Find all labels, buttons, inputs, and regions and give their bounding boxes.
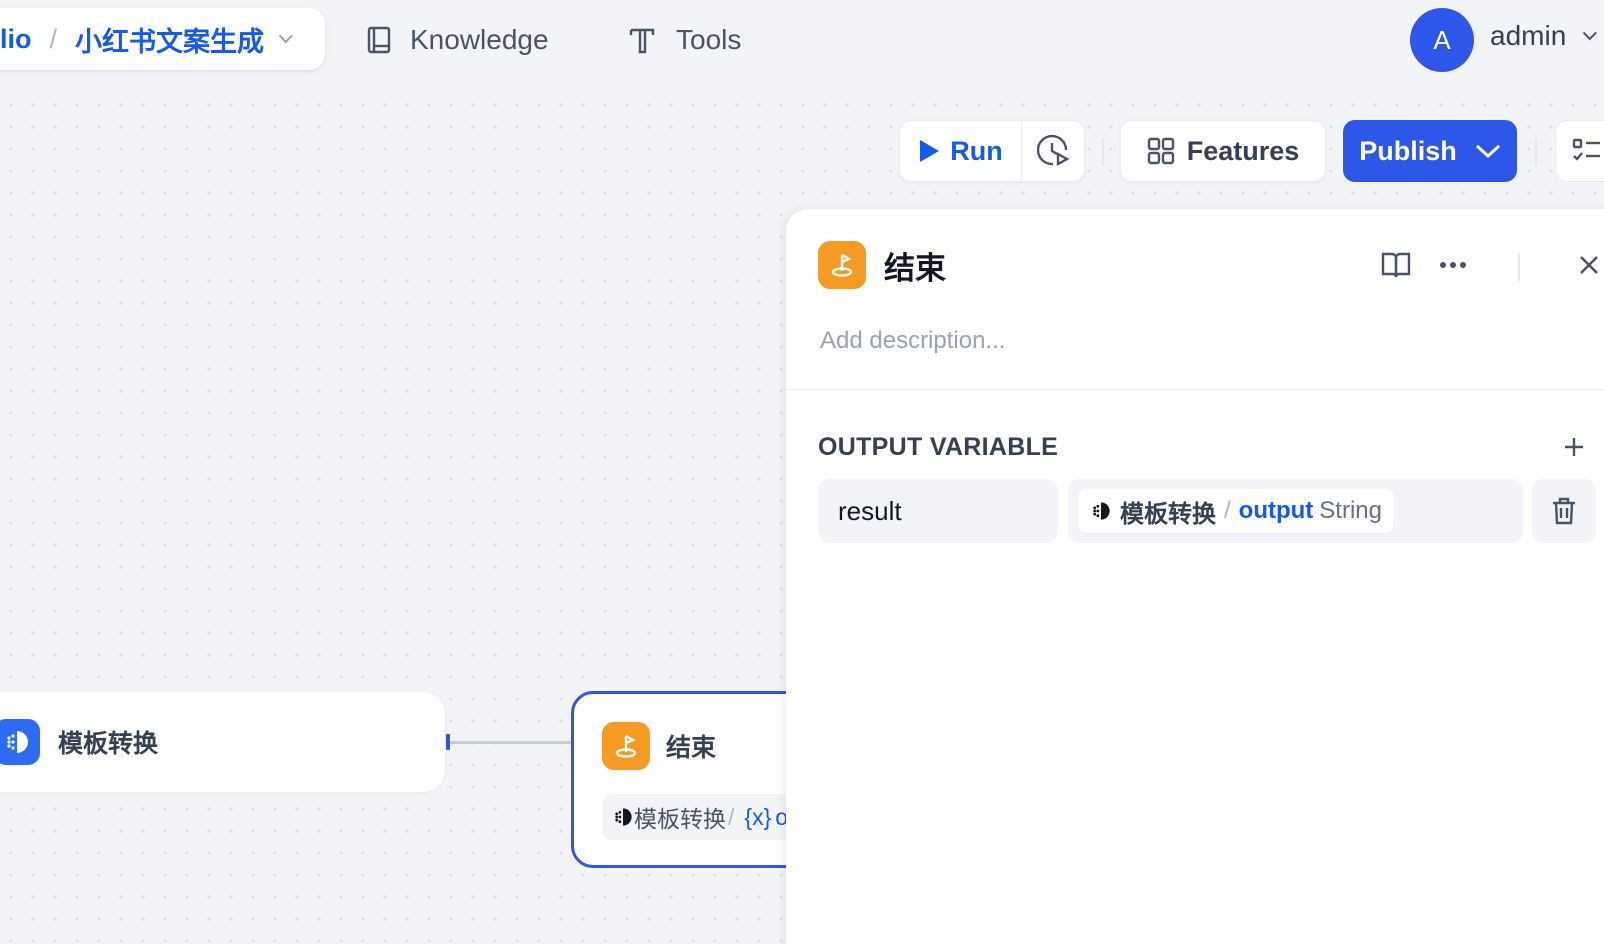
- play-icon: [920, 140, 940, 162]
- panel-action-divider: [1518, 253, 1520, 281]
- grid-icon: [1147, 137, 1174, 165]
- avatar[interactable]: A: [1410, 8, 1474, 72]
- features-button[interactable]: Features: [1120, 120, 1326, 182]
- node-config-panel: 结束 Add description... OUTPUT VARIABLE re…: [786, 209, 1604, 944]
- breadcrumb[interactable]: lio / 小红书文案生成: [0, 8, 325, 70]
- publish-button[interactable]: Publish: [1343, 120, 1517, 182]
- breadcrumb-separator: /: [49, 23, 58, 54]
- template-icon: [1093, 502, 1110, 520]
- more-horizontal-icon: [1440, 262, 1466, 268]
- variable-source: 模板转换: [634, 806, 726, 832]
- breadcrumb-studio[interactable]: lio: [0, 24, 32, 55]
- template-icon: [0, 719, 40, 765]
- variable-reference-selector[interactable]: 模板转换 / output String: [1068, 479, 1523, 543]
- checklist-icon: [1572, 138, 1600, 161]
- toolbar-divider: [1535, 138, 1537, 166]
- open-book-icon: [1381, 252, 1411, 278]
- book-icon: [367, 26, 391, 54]
- chevron-down-icon[interactable]: [278, 29, 293, 44]
- top-bar: lio / 小红书文案生成 Knowledge Tools A admin: [0, 0, 1604, 94]
- add-variable-button[interactable]: [1556, 429, 1592, 465]
- template-transform-node[interactable]: 模板转换: [0, 692, 445, 792]
- user-menu[interactable]: admin: [1490, 20, 1598, 52]
- hammer-icon: [629, 28, 655, 54]
- node-title: 结束: [666, 734, 717, 762]
- run-history-button[interactable]: [1022, 121, 1084, 181]
- node-variable-chip: 模板转换 / {x} o: [602, 794, 808, 840]
- nav-tools[interactable]: Tools: [628, 18, 741, 62]
- toolbar-divider: [1102, 138, 1104, 166]
- delete-variable-button[interactable]: [1532, 479, 1596, 543]
- trash-icon: [1553, 497, 1575, 525]
- panel-title[interactable]: 结束: [884, 243, 946, 288]
- nav-knowledge-label: Knowledge: [410, 24, 549, 55]
- reference-variable: output: [1238, 497, 1314, 524]
- docs-button[interactable]: [1376, 245, 1416, 285]
- more-button[interactable]: [1433, 245, 1473, 285]
- close-icon: [1580, 256, 1598, 274]
- end-icon: [602, 722, 650, 770]
- plus-icon: [1565, 438, 1583, 456]
- chevron-down-icon: [1475, 144, 1500, 159]
- run-button-label: Run: [950, 135, 1003, 166]
- reference-node: 模板转换: [1120, 500, 1216, 528]
- template-icon: [615, 808, 632, 826]
- variable-name-input[interactable]: result: [818, 479, 1058, 543]
- panel-divider: [786, 389, 1604, 390]
- end-node[interactable]: 结束 模板转换 / {x} o: [571, 691, 811, 868]
- run-button[interactable]: Run: [900, 121, 1022, 181]
- run-group: Run: [899, 120, 1085, 182]
- chevron-down-icon: [1583, 26, 1598, 41]
- variable-icon: {x}: [744, 803, 772, 830]
- publish-button-label: Publish: [1359, 135, 1457, 166]
- reference-separator: /: [1224, 497, 1231, 524]
- user-name: admin: [1490, 20, 1567, 51]
- reference-type: String: [1319, 497, 1382, 524]
- end-icon: [818, 241, 866, 289]
- features-button-label: Features: [1186, 135, 1300, 166]
- description-input[interactable]: Add description...: [820, 327, 1005, 355]
- close-button[interactable]: [1569, 245, 1604, 285]
- variable-reference-chip: 模板转换 / output String: [1078, 489, 1394, 533]
- nav-knowledge[interactable]: Knowledge: [366, 18, 549, 62]
- nav-tools-label: Tools: [676, 24, 742, 55]
- node-edge[interactable]: [450, 741, 574, 744]
- breadcrumb-app-name[interactable]: 小红书文案生成: [75, 20, 264, 59]
- history-play-icon: [1036, 134, 1070, 167]
- section-title: OUTPUT VARIABLE: [818, 433, 1059, 461]
- node-title: 模板转换: [58, 730, 159, 758]
- checklist-button[interactable]: [1555, 120, 1604, 182]
- variable-separator: /: [728, 803, 735, 830]
